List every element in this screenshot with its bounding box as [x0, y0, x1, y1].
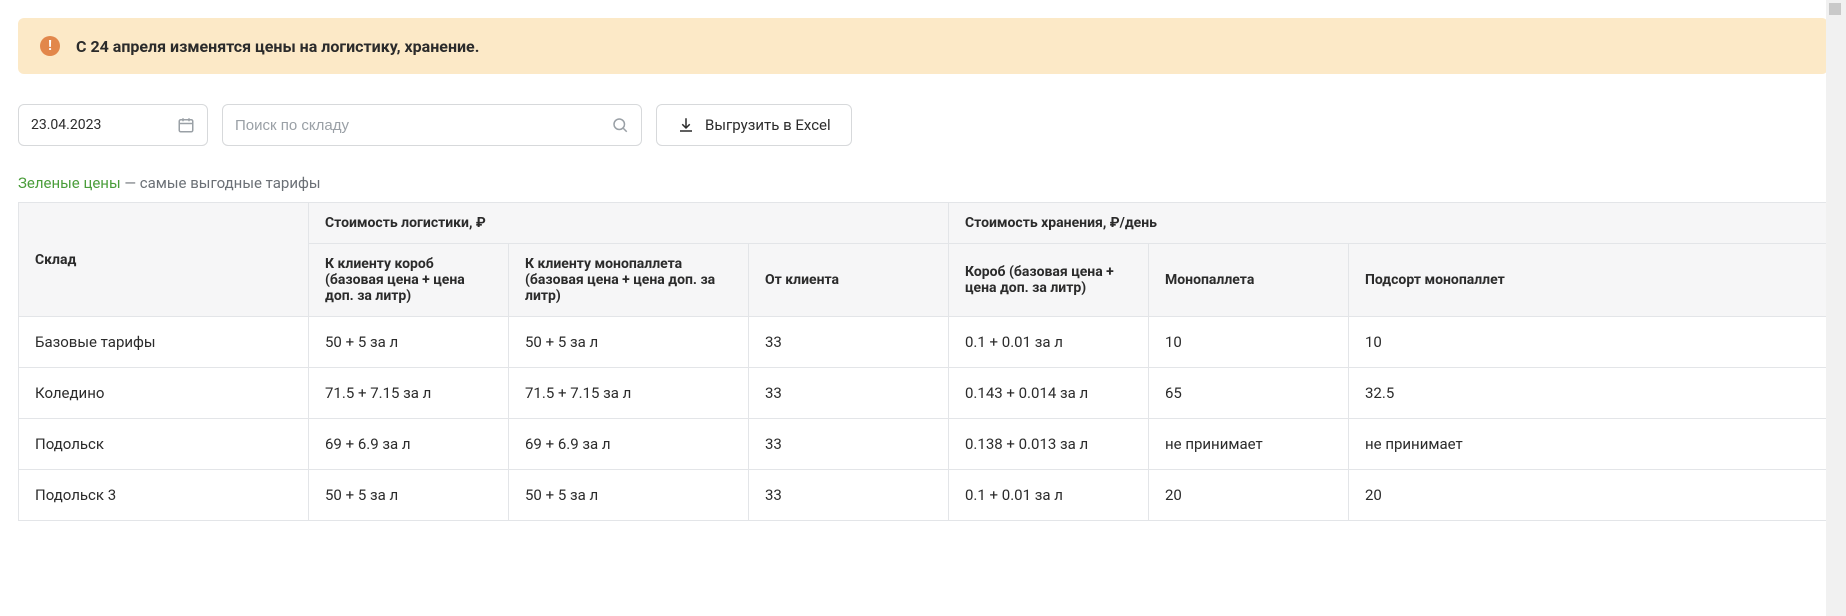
cell-st_sort: 10 [1349, 317, 1828, 368]
export-excel-button[interactable]: Выгрузить в Excel [656, 104, 852, 146]
cell-log_from: 33 [749, 317, 949, 368]
cell-log_mono: 50 + 5 за л [509, 470, 749, 521]
tariffs-table: Склад Стоимость логистики, ₽ Стоимость х… [18, 202, 1828, 521]
alert-text: С 24 апреля изменятся цены на логистику,… [76, 37, 479, 56]
cell-log_mono: 50 + 5 за л [509, 317, 749, 368]
cell-st_sort: не принимает [1349, 419, 1828, 470]
calendar-icon [177, 116, 195, 134]
header-log-mono: К клиенту монопаллета (базовая цена + це… [509, 244, 749, 317]
cell-log_mono: 69 + 6.9 за л [509, 419, 749, 470]
cell-st_mono: 20 [1149, 470, 1349, 521]
date-value: 23.04.2023 [31, 117, 101, 133]
legend-description: — самые выгодные тарифы [121, 174, 321, 192]
export-label: Выгрузить в Excel [705, 116, 831, 134]
cell-log_from: 33 [749, 368, 949, 419]
download-icon [677, 116, 695, 134]
cell-log_from: 33 [749, 470, 949, 521]
cell-log_box: 69 + 6.9 за л [309, 419, 509, 470]
table-row: Коледино71.5 + 7.15 за л71.5 + 7.15 за л… [19, 368, 1828, 419]
header-warehouse: Склад [19, 203, 309, 317]
cell-log_box: 50 + 5 за л [309, 317, 509, 368]
header-st-mono: Монопаллета [1149, 244, 1349, 317]
alert-icon: ! [40, 36, 60, 56]
header-st-sort: Подсорт монопаллет [1349, 244, 1828, 317]
header-logistics-group: Стоимость логистики, ₽ [309, 203, 949, 244]
cell-st_sort: 20 [1349, 470, 1828, 521]
date-picker[interactable]: 23.04.2023 [18, 104, 208, 146]
header-log-from: От клиента [749, 244, 949, 317]
cell-st_mono: 65 [1149, 368, 1349, 419]
table-row: Подольск69 + 6.9 за л69 + 6.9 за л330.13… [19, 419, 1828, 470]
warehouse-search[interactable] [222, 104, 642, 146]
cell-log_from: 33 [749, 419, 949, 470]
cell-warehouse: Базовые тарифы [19, 317, 309, 368]
cell-st_box: 0.1 + 0.01 за л [949, 317, 1149, 368]
cell-warehouse: Коледино [19, 368, 309, 419]
table-row: Базовые тарифы50 + 5 за л50 + 5 за л330.… [19, 317, 1828, 368]
cell-log_mono: 71.5 + 7.15 за л [509, 368, 749, 419]
scrollbar[interactable] [1826, 0, 1846, 616]
header-storage-group: Стоимость хранения, ₽/день [949, 203, 1828, 244]
cell-log_box: 71.5 + 7.15 за л [309, 368, 509, 419]
header-log-box: К клиенту короб (базовая цена + цена доп… [309, 244, 509, 317]
header-st-box: Короб (базовая цена + цена доп. за литр) [949, 244, 1149, 317]
cell-warehouse: Подольск [19, 419, 309, 470]
search-icon [611, 116, 629, 134]
table-row: Подольск 350 + 5 за л50 + 5 за л330.1 + … [19, 470, 1828, 521]
legend-green-prices: Зеленые цены [18, 174, 121, 192]
toolbar: 23.04.2023 Выгрузить в Excel [18, 104, 1828, 146]
legend: Зеленые цены — самые выгодные тарифы [18, 174, 1828, 192]
search-input[interactable] [235, 117, 611, 134]
cell-st_sort: 32.5 [1349, 368, 1828, 419]
cell-st_box: 0.1 + 0.01 за л [949, 470, 1149, 521]
cell-st_box: 0.138 + 0.013 за л [949, 419, 1149, 470]
cell-st_mono: 10 [1149, 317, 1349, 368]
cell-st_box: 0.143 + 0.014 за л [949, 368, 1149, 419]
cell-warehouse: Подольск 3 [19, 470, 309, 521]
cell-st_mono: не принимает [1149, 419, 1349, 470]
cell-log_box: 50 + 5 за л [309, 470, 509, 521]
price-change-alert: ! С 24 апреля изменятся цены на логистик… [18, 18, 1828, 74]
